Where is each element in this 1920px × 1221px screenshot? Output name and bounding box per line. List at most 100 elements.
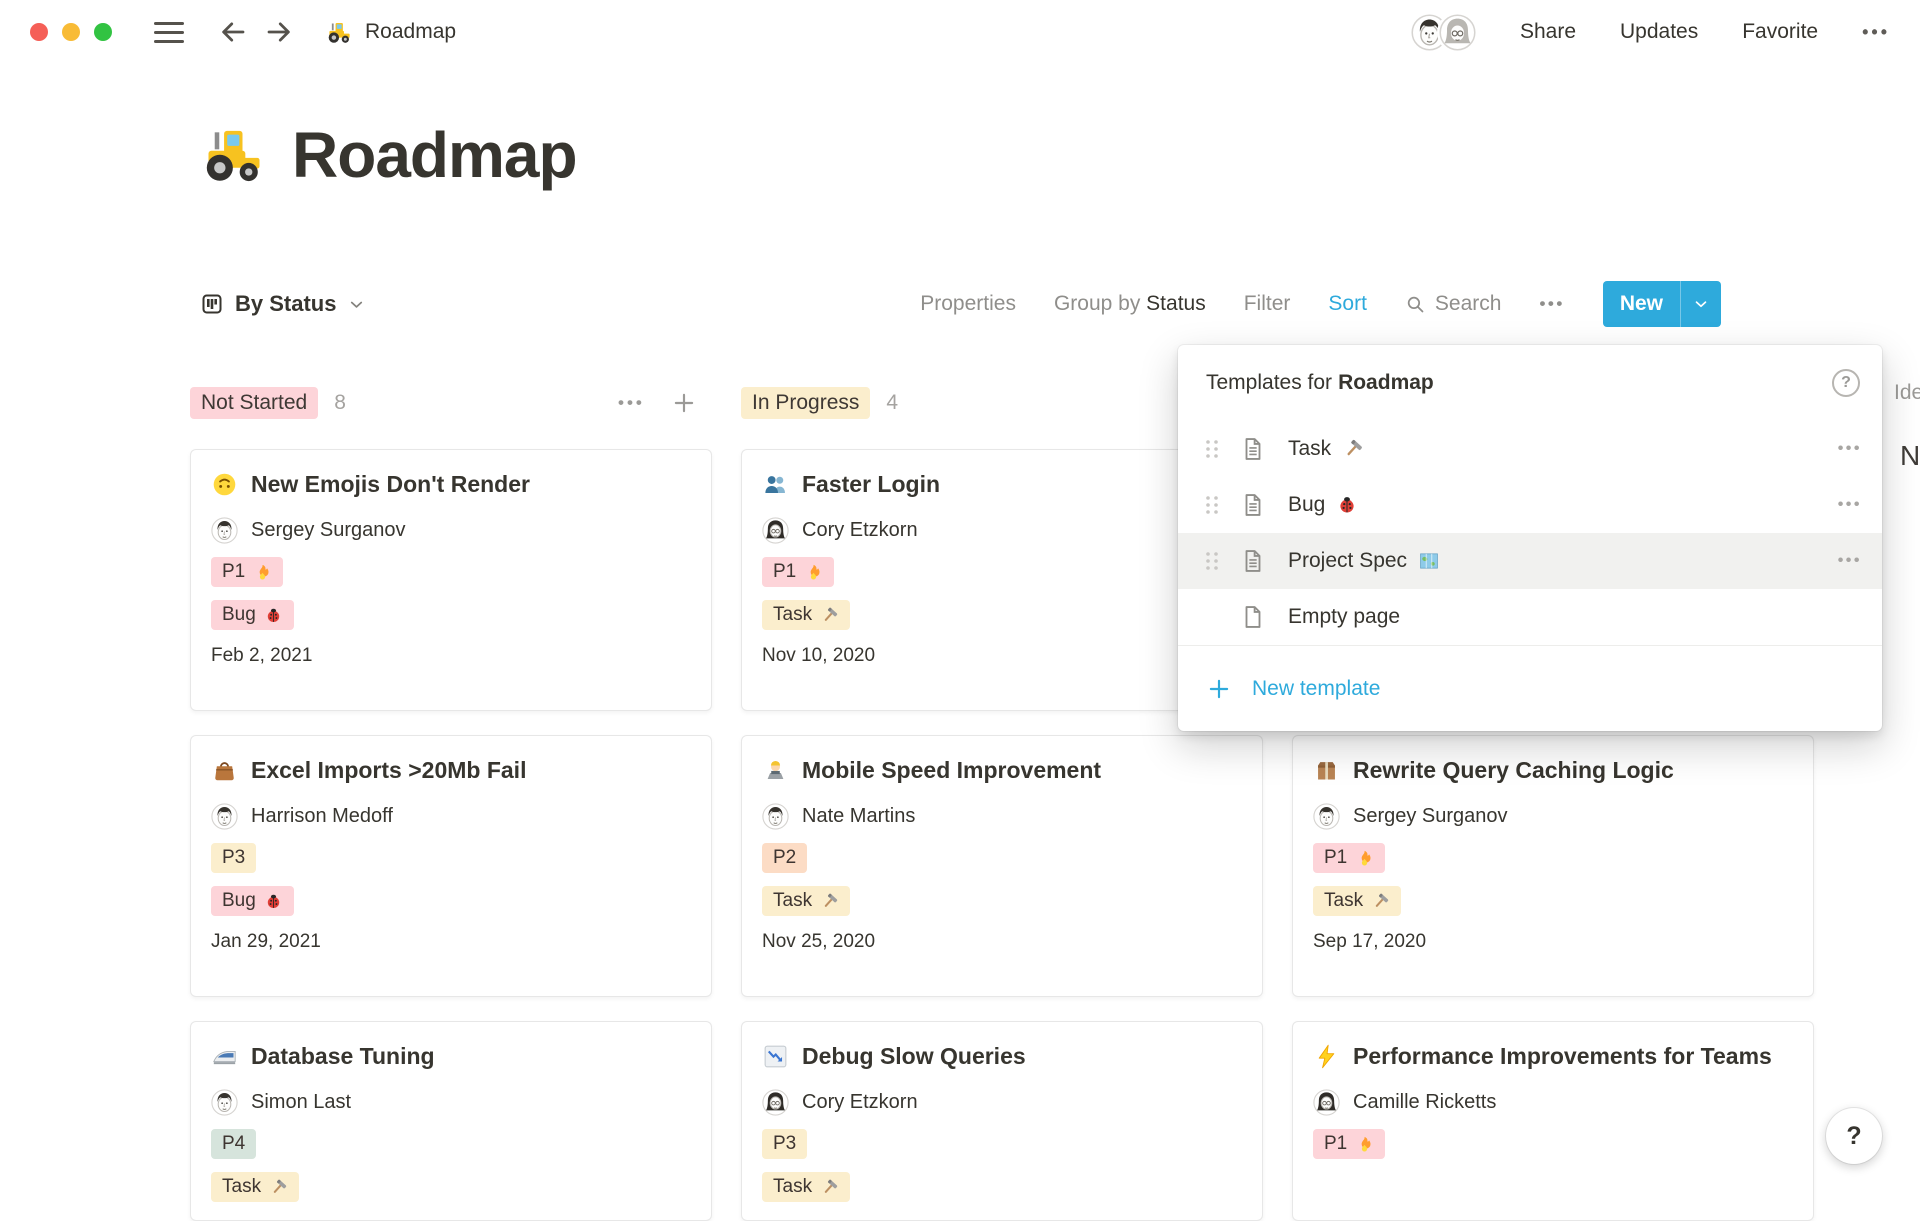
group-by-button[interactable]: Group by Status xyxy=(1054,292,1206,316)
new-dropdown-button[interactable] xyxy=(1681,281,1721,327)
search-button[interactable]: Search xyxy=(1405,292,1502,316)
template-label: Project Spec xyxy=(1288,549,1407,573)
ladybug-icon xyxy=(264,892,283,911)
template-item-bug[interactable]: Bug ••• xyxy=(1178,477,1882,533)
column-more-icon[interactable]: ••• xyxy=(618,393,645,413)
type-tag: Task xyxy=(762,1172,850,1202)
tag-label: P3 xyxy=(222,847,245,869)
type-tag: Task xyxy=(1313,886,1401,916)
new-button-label[interactable]: New xyxy=(1603,281,1680,327)
group-by-value: Status xyxy=(1146,292,1206,315)
tag-label: P4 xyxy=(222,1133,245,1155)
template-label: Task xyxy=(1288,437,1331,461)
template-item-empty-page[interactable]: Empty page xyxy=(1178,589,1882,645)
column-count: 8 xyxy=(334,391,346,415)
board-view-icon xyxy=(200,292,224,316)
column-count: 4 xyxy=(886,391,898,415)
document-icon xyxy=(1240,436,1266,462)
card-title: Mobile Speed Improvement xyxy=(802,754,1101,786)
ladybug-icon xyxy=(1336,494,1358,516)
new-template-label: New template xyxy=(1252,677,1380,701)
template-item-task[interactable]: Task ••• xyxy=(1178,421,1882,477)
type-tag: Task xyxy=(762,600,850,630)
updates-button[interactable]: Updates xyxy=(1620,20,1698,44)
type-tag: Bug xyxy=(211,886,294,916)
sidebar-menu-icon[interactable] xyxy=(154,22,184,43)
card-date: Jan 29, 2021 xyxy=(211,931,691,953)
template-more-icon[interactable]: ••• xyxy=(1838,552,1862,570)
card-debug-queries[interactable]: Debug Slow Queries Cory Etzkorn P3 Task xyxy=(741,1021,1263,1221)
help-fab-button[interactable]: ? xyxy=(1826,1108,1882,1164)
templates-popup-header: Templates for Roadmap ? xyxy=(1178,345,1882,421)
priority-tag: P3 xyxy=(211,843,256,873)
more-options-icon[interactable]: ••• xyxy=(1862,22,1890,43)
tag-label: P2 xyxy=(773,847,796,869)
template-more-icon[interactable]: ••• xyxy=(1838,496,1862,514)
gray-haired-sketch-avatar xyxy=(1439,14,1476,51)
hammer-icon xyxy=(269,1178,288,1197)
world-map-icon xyxy=(1418,550,1440,572)
hammer-icon xyxy=(1342,438,1364,460)
filter-button[interactable]: Filter xyxy=(1244,292,1291,316)
toolbar-more-icon[interactable]: ••• xyxy=(1539,294,1564,314)
handbag-icon xyxy=(211,757,238,784)
priority-tag: P1 xyxy=(1313,1129,1385,1159)
template-item-project-spec[interactable]: Project Spec ••• xyxy=(1178,533,1882,589)
priority-tag: P2 xyxy=(762,843,807,873)
new-template-button[interactable]: New template xyxy=(1178,646,1882,731)
tag-label: Task xyxy=(1324,890,1363,912)
drag-handle-icon[interactable] xyxy=(1204,550,1220,572)
avatar xyxy=(1313,1089,1340,1116)
zoom-window-button[interactable] xyxy=(94,23,112,41)
assignee-name: Camille Ricketts xyxy=(1353,1091,1496,1114)
priority-tag: P3 xyxy=(762,1129,807,1159)
lightning-icon xyxy=(1313,1043,1340,1070)
view-switcher[interactable]: By Status xyxy=(200,291,366,317)
page-title[interactable]: Roadmap xyxy=(292,118,577,192)
assignee-name: Nate Martins xyxy=(802,805,915,828)
tag-label: Bug xyxy=(222,890,256,912)
column-status-pill[interactable]: In Progress xyxy=(741,387,870,419)
card-new-emojis[interactable]: New Emojis Don't Render Sergey Surganov … xyxy=(190,449,712,711)
fire-icon xyxy=(1355,1135,1374,1154)
fire-icon xyxy=(253,563,272,582)
templates-popup: Templates for Roadmap ? Task ••• Bug •••… xyxy=(1178,345,1882,731)
card-performance-improvements[interactable]: Performance Improvements for Teams Camil… xyxy=(1292,1021,1814,1221)
card-title: Excel Imports >20Mb Fail xyxy=(251,754,526,786)
sort-button[interactable]: Sort xyxy=(1328,292,1367,316)
back-arrow-icon[interactable] xyxy=(218,17,248,47)
page-header: Roadmap xyxy=(200,118,577,192)
minimize-window-button[interactable] xyxy=(62,23,80,41)
template-more-icon[interactable]: ••• xyxy=(1838,440,1862,458)
card-query-caching[interactable]: Rewrite Query Caching Logic Sergey Surga… xyxy=(1292,735,1814,997)
blank-document-icon xyxy=(1240,604,1266,630)
avatar xyxy=(211,517,238,544)
share-button[interactable]: Share xyxy=(1520,20,1576,44)
card-excel-imports[interactable]: Excel Imports >20Mb Fail Harrison Medoff… xyxy=(190,735,712,997)
assignee-name: Cory Etzkorn xyxy=(802,519,918,542)
properties-button[interactable]: Properties xyxy=(920,292,1016,316)
collaborator-avatars[interactable] xyxy=(1411,14,1476,51)
avatar xyxy=(762,803,789,830)
card-date: Sep 17, 2020 xyxy=(1313,931,1793,953)
favorite-button[interactable]: Favorite xyxy=(1742,20,1818,44)
column-status-pill[interactable]: Not Started xyxy=(190,387,318,419)
tag-label: P3 xyxy=(773,1133,796,1155)
drag-handle-icon[interactable] xyxy=(1204,438,1220,460)
breadcrumb[interactable]: Roadmap xyxy=(326,19,456,46)
card-mobile-speed[interactable]: Mobile Speed Improvement Nate Martins P2… xyxy=(741,735,1263,997)
card-title: Rewrite Query Caching Logic xyxy=(1353,754,1674,786)
assignee-name: Harrison Medoff xyxy=(251,805,393,828)
avatar xyxy=(762,517,789,544)
view-toolbar: By Status Properties Group by Status Fil… xyxy=(200,281,1721,327)
new-button[interactable]: New xyxy=(1603,281,1721,327)
forward-arrow-icon[interactable] xyxy=(264,17,294,47)
close-window-button[interactable] xyxy=(30,23,48,41)
column-header: Not Started 8 ••• xyxy=(190,385,712,421)
column-add-icon[interactable] xyxy=(671,390,697,416)
help-circle-icon[interactable]: ? xyxy=(1832,369,1860,397)
card-database-tuning[interactable]: Database Tuning Simon Last P4 Task xyxy=(190,1021,712,1221)
assignee-name: Sergey Surganov xyxy=(1353,805,1508,828)
drag-handle-icon[interactable] xyxy=(1204,494,1220,516)
tractor-icon[interactable] xyxy=(200,121,268,189)
